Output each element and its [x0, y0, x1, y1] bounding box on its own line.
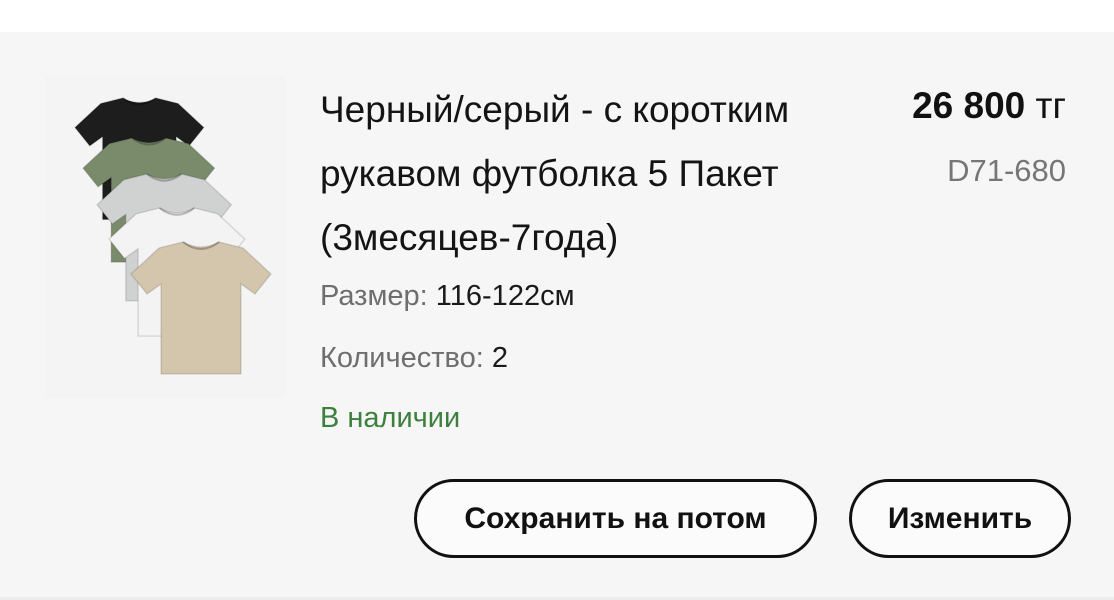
tshirt-stack-icon	[74, 97, 273, 375]
stock-status: В наличии	[320, 402, 461, 434]
size-row: Размер: 116-122см	[320, 276, 575, 316]
quantity-row: Количество: 2	[320, 338, 508, 378]
product-image[interactable]	[45, 76, 285, 398]
quantity-label: Количество:	[320, 342, 484, 374]
save-for-later-button[interactable]: Сохранить на потом	[414, 479, 817, 558]
price: 26 800 тг	[912, 78, 1066, 134]
quantity-value: 2	[491, 342, 508, 374]
product-title[interactable]: Черный/серый - с коротким рукавом футбол…	[320, 78, 865, 270]
size-label: Размер:	[320, 280, 428, 312]
edit-button[interactable]: Изменить	[849, 479, 1071, 558]
price-amount: 26 800	[912, 85, 1026, 126]
size-value: 116-122см	[435, 280, 575, 312]
price-currency: тг	[1035, 85, 1066, 126]
product-sku: D71-680	[947, 153, 1066, 188]
